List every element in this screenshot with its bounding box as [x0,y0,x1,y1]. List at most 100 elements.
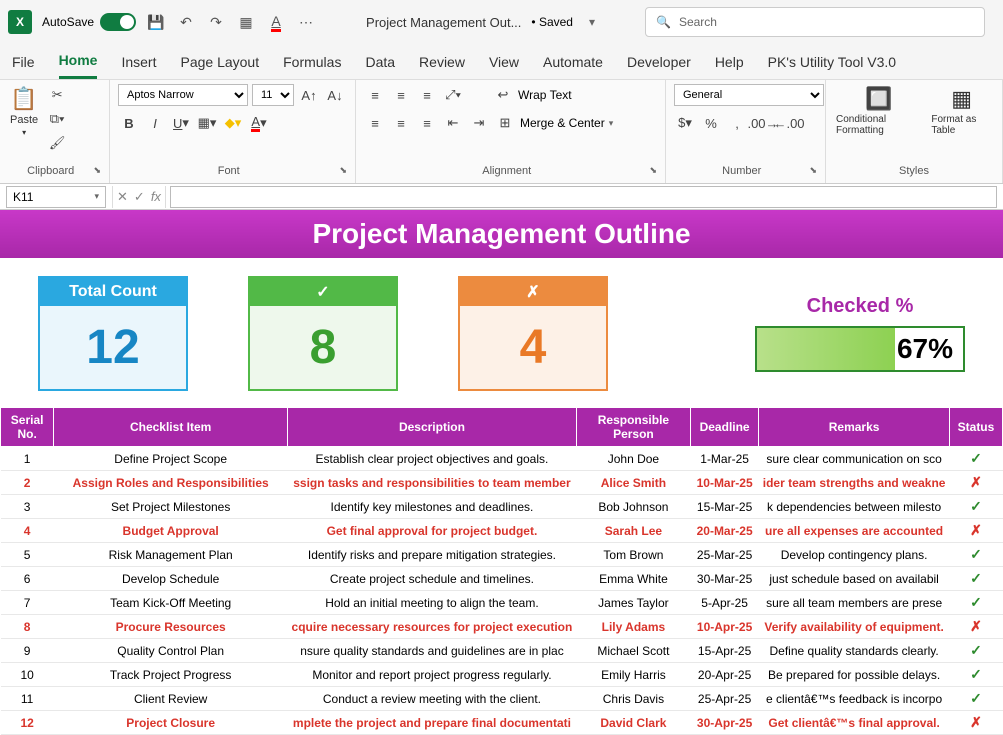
decrease-indent-icon[interactable]: ⇤ [442,112,464,134]
table-cell[interactable]: Bob Johnson [576,495,690,519]
table-cell[interactable]: 3 [1,495,54,519]
table-cell[interactable]: 25-Apr-25 [690,687,758,711]
table-cell[interactable]: e clientâ€™s feedback is incorpo [759,687,950,711]
table-cell[interactable]: Emily Harris [576,663,690,687]
table-cell[interactable]: John Doe [576,447,690,471]
column-header[interactable]: Description [288,408,577,447]
table-cell[interactable]: Develop contingency plans. [759,543,950,567]
table-cell[interactable]: 30-Apr-25 [690,711,758,735]
comma-icon[interactable]: , [726,112,748,134]
table-cell[interactable]: Track Project Progress [54,663,288,687]
align-bottom-icon[interactable]: ≡ [416,84,438,106]
align-left-icon[interactable]: ≡ [364,112,386,134]
autosave-toggle-icon[interactable] [100,13,136,31]
tab-view[interactable]: View [489,46,519,78]
table-cell[interactable]: Tom Brown [576,543,690,567]
table-cell[interactable]: David Clark [576,711,690,735]
align-top-icon[interactable]: ≡ [364,84,386,106]
table-cell[interactable]: mplete the project and prepare final doc… [288,711,577,735]
table-cell[interactable]: Chris Davis [576,687,690,711]
table-row[interactable]: 4Budget ApprovalGet final approval for p… [1,519,1003,543]
fill-color-button[interactable]: ◆▾ [222,112,244,134]
formula-input[interactable] [170,186,997,208]
tab-help[interactable]: Help [715,46,744,78]
table-cell[interactable]: Get final approval for project budget. [288,519,577,543]
table-cell[interactable]: Lily Adams [576,615,690,639]
table-cell[interactable]: 11 [1,687,54,711]
table-cell[interactable]: 10 [1,663,54,687]
font-color-icon[interactable]: A [266,12,286,32]
table-cell[interactable]: Define Project Scope [54,447,288,471]
table-cell[interactable]: James Taylor [576,591,690,615]
column-header[interactable]: Checklist Item [54,408,288,447]
tab-review[interactable]: Review [419,46,465,78]
italic-button[interactable]: I [144,112,166,134]
table-cell[interactable]: Assign Roles and Responsibilities [54,471,288,495]
column-header[interactable]: Responsible Person [576,408,690,447]
status-cell[interactable]: ✗ [949,711,1002,735]
status-cell[interactable]: ✓ [949,567,1002,591]
table-cell[interactable]: ider team strengths and weakne [759,471,950,495]
table-row[interactable]: 3Set Project MilestonesIdentify key mile… [1,495,1003,519]
table-cell[interactable]: Sarah Lee [576,519,690,543]
autosave-toggle-wrap[interactable]: AutoSave [42,13,136,31]
table-cell[interactable]: 5 [1,543,54,567]
increase-decimal-icon[interactable]: .00→ [752,112,774,134]
table-cell[interactable]: Conduct a review meeting with the client… [288,687,577,711]
status-cell[interactable]: ✗ [949,471,1002,495]
alignment-dialog-icon[interactable]: ⬊ [649,165,657,176]
table-cell[interactable]: Establish clear project objectives and g… [288,447,577,471]
column-header[interactable]: Deadline [690,408,758,447]
table-row[interactable]: 2Assign Roles and Responsibilitiesssign … [1,471,1003,495]
table-cell[interactable]: 12 [1,711,54,735]
align-middle-icon[interactable]: ≡ [390,84,412,106]
cancel-formula-icon[interactable]: ✕ [117,189,128,205]
table-row[interactable]: 5Risk Management PlanIdentify risks and … [1,543,1003,567]
cut-icon[interactable]: ✂ [46,84,68,106]
table-row[interactable]: 9Quality Control Plannsure quality stand… [1,639,1003,663]
table-cell[interactable]: 25-Mar-25 [690,543,758,567]
table-cell[interactable]: Identify key milestones and deadlines. [288,495,577,519]
status-cell[interactable]: ✗ [949,615,1002,639]
table-cell[interactable]: sure all team members are prese [759,591,950,615]
qat-more-icon[interactable]: ⋯ [296,12,316,32]
orientation-icon[interactable]: ⤢▾ [442,84,464,106]
table-cell[interactable]: Budget Approval [54,519,288,543]
table-row[interactable]: 11Client ReviewConduct a review meeting … [1,687,1003,711]
table-cell[interactable]: Create project schedule and timelines. [288,567,577,591]
status-cell[interactable]: ✗ [949,519,1002,543]
table-row[interactable]: 6Develop ScheduleCreate project schedule… [1,567,1003,591]
increase-font-icon[interactable]: A↑ [298,84,320,106]
format-as-table-button[interactable]: ▦Format as Table [929,84,994,138]
name-box[interactable]: K11▾ [6,186,106,208]
align-center-icon[interactable]: ≡ [390,112,412,134]
table-cell[interactable]: Monitor and report project progress regu… [288,663,577,687]
table-cell[interactable]: 1-Mar-25 [690,447,758,471]
borders-button[interactable]: ▦▾ [196,112,218,134]
bold-button[interactable]: B [118,112,140,134]
table-cell[interactable]: 15-Apr-25 [690,639,758,663]
tab-automate[interactable]: Automate [543,46,603,78]
enter-formula-icon[interactable]: ✓ [134,189,145,205]
table-cell[interactable]: Develop Schedule [54,567,288,591]
table-cell[interactable]: Quality Control Plan [54,639,288,663]
decrease-font-icon[interactable]: A↓ [324,84,346,106]
undo-icon[interactable]: ↶ [176,12,196,32]
status-cell[interactable]: ✓ [949,591,1002,615]
column-header[interactable]: Serial No. [1,408,54,447]
table-cell[interactable]: 4 [1,519,54,543]
table-cell[interactable]: Alice Smith [576,471,690,495]
table-cell[interactable]: 8 [1,615,54,639]
table-cell[interactable]: 2 [1,471,54,495]
document-title[interactable]: Project Management Out... [366,15,521,30]
font-dialog-icon[interactable]: ⬊ [339,165,347,176]
copy-icon[interactable]: ⧉▾ [46,108,68,130]
redo-icon[interactable]: ↷ [206,12,226,32]
format-painter-icon[interactable]: 🖌 [46,132,68,154]
search-box[interactable]: 🔍 Search [645,7,985,37]
font-size-select[interactable]: 11 [252,84,294,106]
tab-formulas[interactable]: Formulas [283,46,341,78]
tab-file[interactable]: File [12,46,35,78]
table-cell[interactable]: nsure quality standards and guidelines a… [288,639,577,663]
merge-center-button[interactable]: Merge & Center [520,116,605,130]
